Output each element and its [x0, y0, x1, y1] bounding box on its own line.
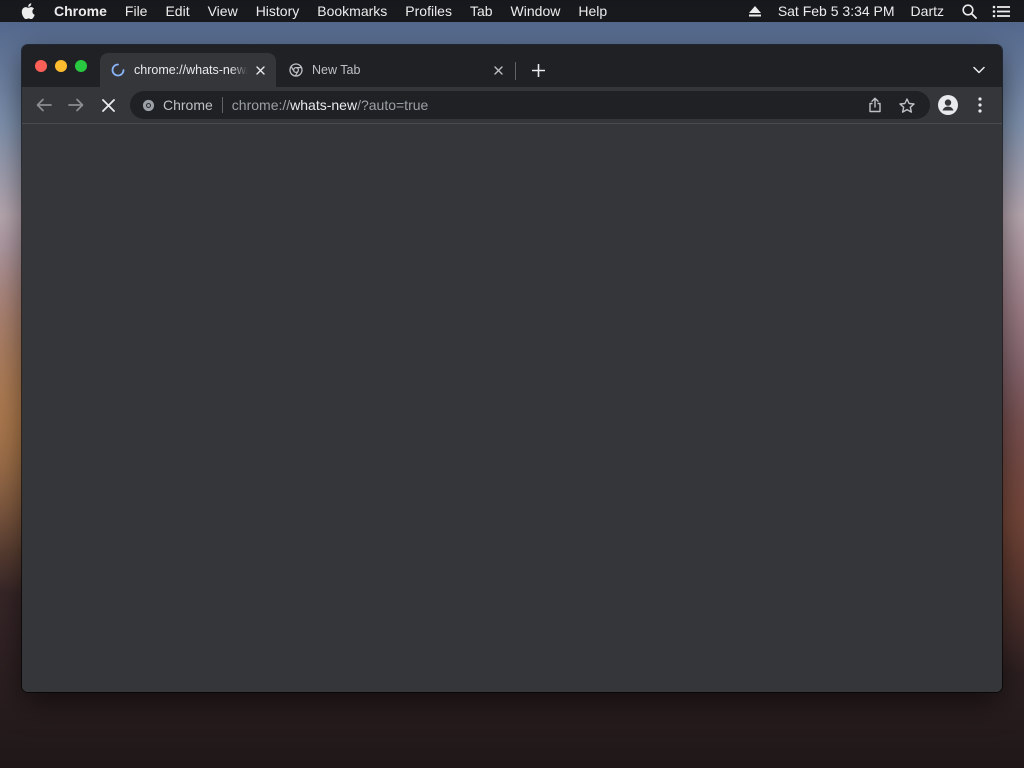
window-close-button[interactable]: [35, 60, 47, 72]
chevron-down-icon[interactable]: [970, 61, 988, 79]
menu-help[interactable]: Help: [578, 0, 607, 22]
menu-bar-clock[interactable]: Sat Feb 5 3:34 PM: [778, 0, 895, 22]
url-host: whats-new: [290, 97, 358, 113]
menu-history[interactable]: History: [256, 0, 300, 22]
eject-icon[interactable]: [746, 0, 764, 22]
spotlight-search-icon[interactable]: [960, 0, 978, 22]
menu-bar: Chrome File Edit View History Bookmarks …: [0, 0, 1024, 22]
omnibox-actions: [866, 91, 930, 119]
tab-new-tab[interactable]: New Tab: [278, 53, 514, 87]
menu-edit[interactable]: Edit: [165, 0, 189, 22]
tab-whats-new[interactable]: chrome://whats-new/?auto=true: [100, 53, 276, 87]
address-bar[interactable]: Chrome chrome://whats-new/?auto=true: [130, 91, 930, 119]
share-icon[interactable]: [866, 96, 884, 114]
omnibox-divider: [221, 97, 223, 113]
browser-toolbar: Chrome chrome://whats-new/?auto=true: [22, 87, 1002, 124]
chrome-logo-icon: [288, 62, 304, 78]
kebab-menu-icon[interactable]: [970, 95, 990, 115]
menu-profiles[interactable]: Profiles: [405, 0, 452, 22]
tab-strip: chrome://whats-new/?auto=true New Tab: [22, 45, 1002, 87]
close-icon[interactable]: [252, 62, 268, 78]
loading-spinner-icon: [110, 62, 126, 78]
window-minimize-button[interactable]: [55, 60, 67, 72]
person-icon[interactable]: [938, 95, 958, 115]
window-maximize-button[interactable]: [75, 60, 87, 72]
arrow-right-icon[interactable]: [66, 95, 86, 115]
menu-bookmarks[interactable]: Bookmarks: [317, 0, 387, 22]
apple-logo-icon[interactable]: [19, 0, 37, 22]
control-center-icon[interactable]: [992, 0, 1010, 22]
menu-bar-status-area: Sat Feb 5 3:34 PM Dartz: [746, 0, 1024, 22]
url-text[interactable]: chrome://whats-new/?auto=true: [232, 97, 429, 113]
menu-bar-user[interactable]: Dartz: [911, 0, 944, 22]
arrow-left-icon[interactable]: [34, 95, 54, 115]
close-icon[interactable]: [490, 62, 506, 78]
tab-title: New Tab: [312, 63, 361, 77]
page-content[interactable]: [22, 124, 1002, 692]
menu-file[interactable]: File: [125, 0, 148, 22]
site-chip-label[interactable]: Chrome: [163, 97, 213, 113]
star-icon[interactable]: [898, 96, 916, 114]
menu-view[interactable]: View: [208, 0, 238, 22]
chrome-window: chrome://whats-new/?auto=true New Tab: [22, 45, 1002, 692]
url-scheme: chrome://: [231, 97, 291, 113]
stop-icon[interactable]: [98, 95, 118, 115]
menu-app-chrome[interactable]: Chrome: [54, 0, 107, 22]
menu-tab[interactable]: Tab: [470, 0, 493, 22]
chrome-logo-icon[interactable]: [141, 98, 155, 112]
plus-icon[interactable]: [528, 60, 548, 80]
tab-separator: [515, 62, 516, 80]
tab-title: chrome://whats-new/?auto=true: [134, 63, 248, 77]
url-path: /?auto=true: [357, 97, 429, 113]
menu-window[interactable]: Window: [511, 0, 561, 22]
